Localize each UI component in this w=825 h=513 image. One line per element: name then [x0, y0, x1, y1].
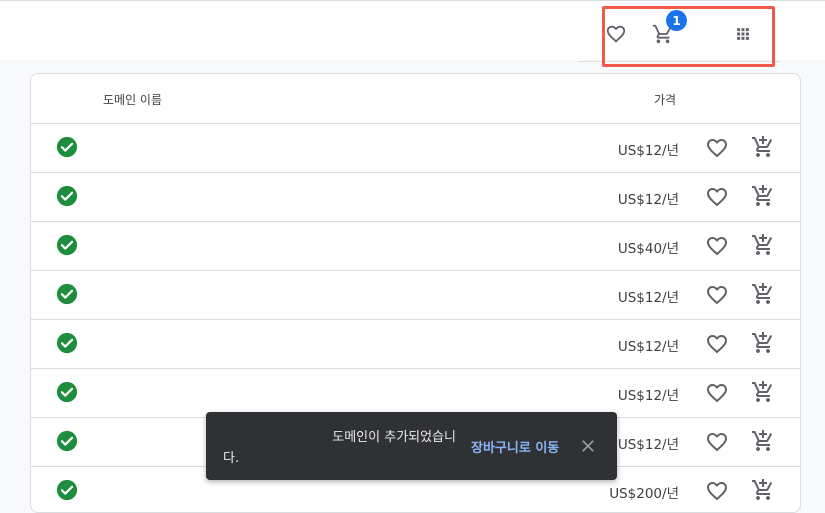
- price-label: US$12/년: [617, 388, 679, 404]
- price-label: US$12/년: [617, 290, 679, 306]
- favorite-icon[interactable]: [705, 381, 729, 405]
- price-label: US$12/년: [617, 143, 679, 159]
- toast-message: 도메인이 추가되었습니 다.: [223, 427, 456, 469]
- favorite-icon[interactable]: [705, 479, 729, 503]
- price-label: US$12/년: [617, 192, 679, 208]
- toast-message-line1: 도메인이 추가되었습니: [332, 430, 456, 445]
- go-to-cart-button[interactable]: 장바구니로 이동: [471, 437, 559, 456]
- favorite-icon[interactable]: [705, 430, 729, 454]
- available-check-icon: [56, 185, 78, 207]
- table-row: US$12/년: [31, 123, 800, 173]
- price-label: US$40/년: [617, 241, 679, 257]
- table-row: US$12/년: [31, 319, 800, 369]
- add-to-cart-icon[interactable]: [751, 233, 775, 257]
- table-header: 도메인 이름 가격: [31, 74, 800, 124]
- highlight-box: [602, 6, 775, 67]
- toast-message-line2: 다.: [223, 451, 240, 466]
- column-header-domain-name: 도메인 이름: [103, 93, 163, 107]
- table-row: US$40/년: [31, 221, 800, 271]
- table-row: US$12/년: [31, 368, 800, 418]
- available-check-icon: [56, 332, 78, 354]
- price-label: US$200/년: [609, 486, 679, 502]
- favorite-icon[interactable]: [705, 283, 729, 307]
- add-to-cart-icon[interactable]: [751, 184, 775, 208]
- add-to-cart-icon[interactable]: [751, 429, 775, 453]
- available-check-icon: [56, 136, 78, 158]
- available-check-icon: [56, 234, 78, 256]
- favorite-icon[interactable]: [705, 136, 729, 160]
- add-to-cart-icon[interactable]: [751, 380, 775, 404]
- price-label: US$12/년: [617, 339, 679, 355]
- add-to-cart-icon[interactable]: [751, 331, 775, 355]
- table-row: US$12/년: [31, 172, 800, 222]
- add-to-cart-icon[interactable]: [751, 282, 775, 306]
- available-check-icon: [56, 381, 78, 403]
- price-label: US$12/년: [617, 437, 679, 453]
- close-icon[interactable]: [578, 436, 598, 456]
- favorite-icon[interactable]: [705, 332, 729, 356]
- favorite-icon[interactable]: [705, 234, 729, 258]
- snackbar-toast: 도메인이 추가되었습니 다. 장바구니로 이동: [206, 412, 617, 480]
- available-check-icon: [56, 283, 78, 305]
- add-to-cart-icon[interactable]: [751, 478, 775, 502]
- add-to-cart-icon[interactable]: [751, 135, 775, 159]
- available-check-icon: [56, 430, 78, 452]
- favorite-icon[interactable]: [705, 185, 729, 209]
- column-header-price: 가격: [654, 93, 677, 107]
- available-check-icon: [56, 479, 78, 501]
- table-row: US$12/년: [31, 270, 800, 320]
